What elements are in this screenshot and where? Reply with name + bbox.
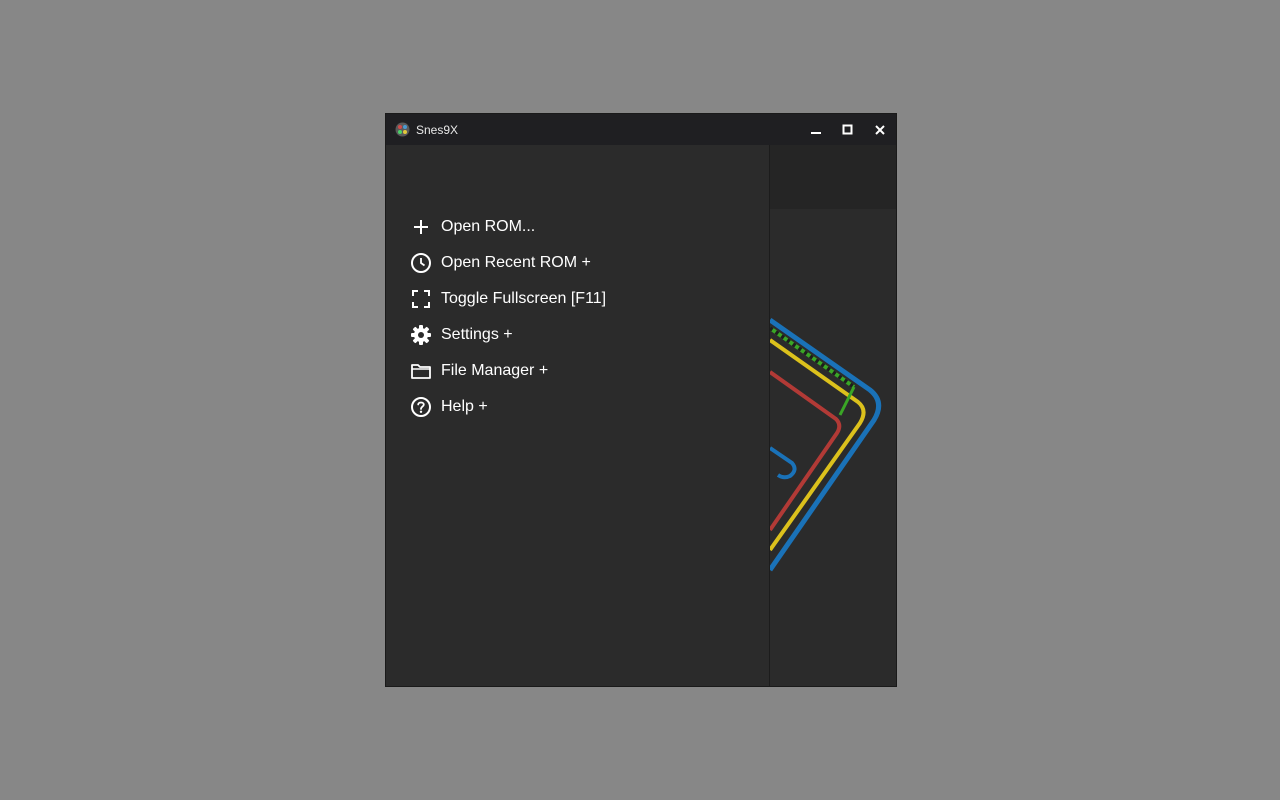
menu-item-help[interactable]: Help + [386,389,769,425]
maximize-button[interactable] [832,114,864,145]
menu-item-label: Open ROM... [441,218,536,235]
menu-item-label: File Manager + [441,362,549,379]
menu-item-open-rom[interactable]: Open ROM... [386,209,769,245]
plus-icon [410,216,432,238]
menu-item-label: Toggle Fullscreen [F11] [441,290,607,307]
close-icon [875,124,885,135]
title-bar[interactable]: Snes9X [386,114,896,145]
background-artwork [770,317,882,572]
window-content: Open ROM... Open Recent ROM + Toggle Ful… [386,145,896,686]
clock-icon [410,252,432,274]
menu-item-label: Open Recent ROM + [441,254,591,271]
close-button[interactable] [864,114,896,145]
help-icon [410,396,432,418]
menu-item-label: Settings + [441,326,513,343]
minimize-button[interactable] [800,114,832,145]
minimize-icon [811,131,821,134]
snes9x-logo-icon [395,122,410,137]
folder-icon [410,360,432,382]
gear-icon [410,324,432,346]
fullscreen-icon [410,288,432,310]
menu-item-open-recent-rom[interactable]: Open Recent ROM + [386,245,769,281]
menu-item-settings[interactable]: Settings + [386,317,769,353]
menu-item-file-manager[interactable]: File Manager + [386,353,769,389]
window-controls [800,114,896,145]
menu-list: Open ROM... Open Recent ROM + Toggle Ful… [386,209,769,425]
main-menu-panel: Open ROM... Open Recent ROM + Toggle Ful… [386,145,770,686]
background-panel [770,145,896,686]
window-title: Snes9X [416,122,459,137]
menu-item-label: Help + [441,398,488,415]
menu-item-toggle-fullscreen[interactable]: Toggle Fullscreen [F11] [386,281,769,317]
maximize-icon [842,124,853,134]
app-window: Snes9X Open ROM... Open Recent ROM + Tog… [385,113,897,687]
